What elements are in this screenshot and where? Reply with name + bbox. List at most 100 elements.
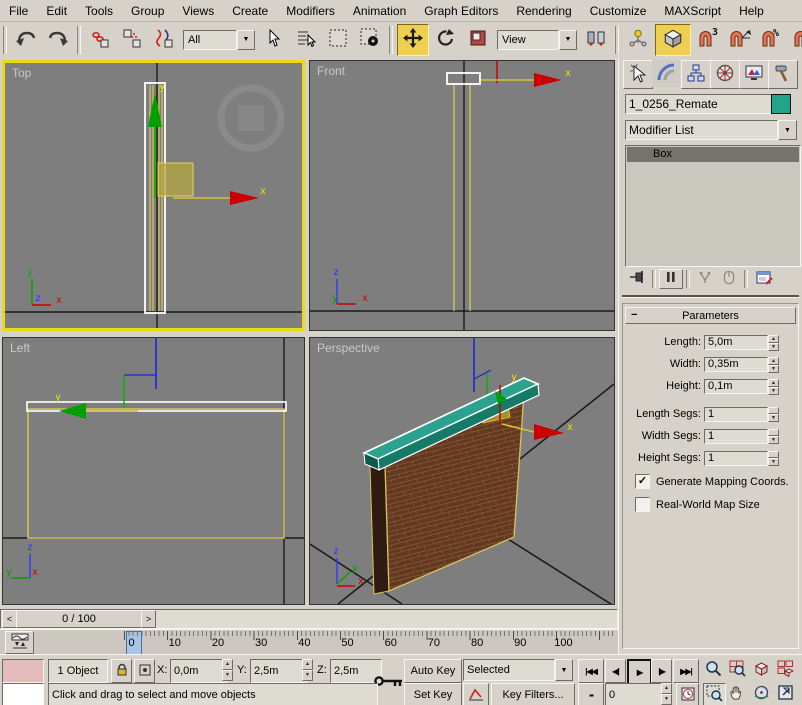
undo-button[interactable] <box>11 25 41 55</box>
macro-recorder-field[interactable] <box>2 659 44 683</box>
menu-item[interactable]: Group <box>122 1 173 21</box>
play-button[interactable]: ▶ <box>627 659 652 685</box>
move-gizmo-x-arrow[interactable] <box>230 191 259 205</box>
reference-coordinate-system-combo[interactable]: View ▼ <box>497 30 577 50</box>
viewport-left[interactable]: y z y x Left <box>2 337 305 605</box>
parameter-field[interactable]: 1 <box>704 451 768 466</box>
mirror-button[interactable] <box>581 25 611 55</box>
viewport-label[interactable]: Left <box>10 341 30 355</box>
object-name-field[interactable]: 1_0256_Remate <box>625 94 773 114</box>
orbit-button[interactable] <box>751 683 772 705</box>
menu-item[interactable]: Customize <box>581 1 656 21</box>
prev-frame-button[interactable]: ◀| <box>605 659 626 683</box>
zoom-extents-button[interactable] <box>751 659 772 681</box>
move-gizmo-xy-plane[interactable] <box>158 163 193 196</box>
time-configuration-button[interactable] <box>676 683 699 705</box>
move-gizmo-x-arrow[interactable] <box>534 424 564 440</box>
viewport-label[interactable]: Front <box>317 64 345 78</box>
rectangular-selection-region-button[interactable] <box>323 25 353 55</box>
modifier-stack-item[interactable]: Box <box>627 147 799 162</box>
object-color-swatch[interactable] <box>771 94 791 114</box>
menu-item[interactable]: MAXScript <box>655 1 730 21</box>
x-spinner[interactable]: ▲▼ <box>222 659 233 681</box>
menu-item[interactable]: Graph Editors <box>415 1 507 21</box>
wall-wireframe[interactable] <box>28 409 284 538</box>
snaps-toggle-button[interactable] <box>655 24 691 56</box>
parameter-field[interactable]: 0,1m <box>704 379 768 394</box>
select-object-button[interactable] <box>259 25 289 55</box>
time-slider-handle[interactable]: 0 / 100 <box>16 610 142 628</box>
real-world-map-size-checkbox[interactable]: Real-World Map Size <box>635 497 798 512</box>
viewport-front[interactable]: x z y x Front <box>309 60 615 331</box>
selection-lock-button[interactable] <box>111 659 132 683</box>
dropdown-arrow-icon[interactable]: ▼ <box>559 30 577 50</box>
menu-item[interactable]: Modifiers <box>277 1 344 21</box>
dropdown-arrow-icon[interactable]: ▼ <box>237 30 255 50</box>
tab-create[interactable] <box>623 60 653 89</box>
snap-3d-button[interactable]: 3 <box>693 25 723 55</box>
window-crossing-toggle-button[interactable] <box>355 25 385 55</box>
parameters-rollout-header[interactable]: − Parameters <box>625 307 796 324</box>
select-and-link-button[interactable] <box>85 25 115 55</box>
next-frame-button[interactable]: |▶ <box>651 659 672 683</box>
zoom-all-button[interactable] <box>727 659 748 681</box>
auto-key-button[interactable]: Auto Key <box>404 659 462 683</box>
time-slider-prev-button[interactable]: < <box>2 610 17 628</box>
time-slider-next-button[interactable]: > <box>141 610 156 628</box>
parameter-spinner[interactable]: ▼ <box>768 407 779 422</box>
zoom-button[interactable] <box>703 659 724 681</box>
spinner-snap-button[interactable] <box>789 25 802 55</box>
default-tangent-button[interactable] <box>463 683 489 705</box>
bind-to-space-warp-button[interactable] <box>149 25 179 55</box>
pin-stack-button[interactable] <box>625 270 649 287</box>
zoom-extents-all-button[interactable] <box>775 659 796 681</box>
mini-curve-editor-button[interactable] <box>5 631 34 654</box>
x-coordinate-field[interactable]: 0,0m <box>170 659 228 683</box>
dropdown-arrow-icon[interactable]: ▼ <box>555 659 573 681</box>
parameter-field[interactable]: 1 <box>704 407 768 422</box>
tab-motion[interactable] <box>710 60 740 89</box>
menu-item[interactable]: Tools <box>76 1 122 21</box>
menu-item[interactable]: Help <box>730 1 773 21</box>
menu-item[interactable]: Rendering <box>507 1 580 21</box>
listener-field[interactable] <box>2 683 44 705</box>
checkbox-check-icon[interactable]: ✓ <box>635 474 650 489</box>
unlink-selection-button[interactable] <box>117 25 147 55</box>
show-end-result-button[interactable] <box>659 269 683 289</box>
modifier-list-combo[interactable]: Modifier List ▼ <box>625 120 797 140</box>
configure-modifier-sets-button[interactable] <box>751 270 777 288</box>
parameter-spinner[interactable]: ▼ <box>768 451 779 466</box>
viewport-top[interactable]: y x y z x Top <box>2 60 305 331</box>
wall-wireframe[interactable] <box>454 84 470 311</box>
pan-button[interactable] <box>727 683 748 705</box>
tab-hierarchy[interactable] <box>681 60 711 89</box>
redo-button[interactable] <box>43 25 73 55</box>
remove-modifier-button[interactable] <box>717 270 741 288</box>
menu-item[interactable]: Create <box>223 1 277 21</box>
select-and-move-button[interactable] <box>397 24 429 56</box>
move-gizmo-y-arrow[interactable] <box>59 403 86 419</box>
zoom-region-button[interactable] <box>703 683 726 705</box>
absolute-offset-toggle[interactable] <box>134 659 155 683</box>
generate-mapping-coords-checkbox[interactable]: ✓ Generate Mapping Coords. <box>635 474 798 489</box>
select-and-scale-button[interactable] <box>463 25 493 55</box>
menu-item[interactable]: Animation <box>344 1 415 21</box>
goto-end-button[interactable]: ▶▶| <box>673 659 699 683</box>
move-gizmo-link[interactable] <box>474 370 491 379</box>
menu-item[interactable]: Views <box>173 1 223 21</box>
parameter-spinner[interactable]: ▲▼ <box>768 335 779 350</box>
maximize-viewport-toggle[interactable] <box>775 683 796 705</box>
viewport-label[interactable]: Top <box>12 66 31 80</box>
viewport-perspective[interactable]: x y z y x Perspective <box>309 337 615 605</box>
current-frame-field[interactable]: 0 <box>605 683 667 705</box>
parameter-field[interactable]: 5,0m <box>704 335 768 350</box>
viewport-label[interactable]: Perspective <box>317 341 380 355</box>
goto-start-button[interactable]: |◀◀ <box>578 659 604 683</box>
parameter-field[interactable]: 0,35m <box>704 357 768 372</box>
checkbox-check-icon[interactable] <box>635 497 650 512</box>
make-unique-button[interactable] <box>693 270 717 287</box>
parameter-spinner[interactable]: ▼ <box>768 429 779 444</box>
select-and-rotate-button[interactable] <box>431 25 461 55</box>
parameter-spinner[interactable]: ▲▼ <box>768 357 779 372</box>
y-coordinate-field[interactable]: 2,5m <box>250 659 308 683</box>
